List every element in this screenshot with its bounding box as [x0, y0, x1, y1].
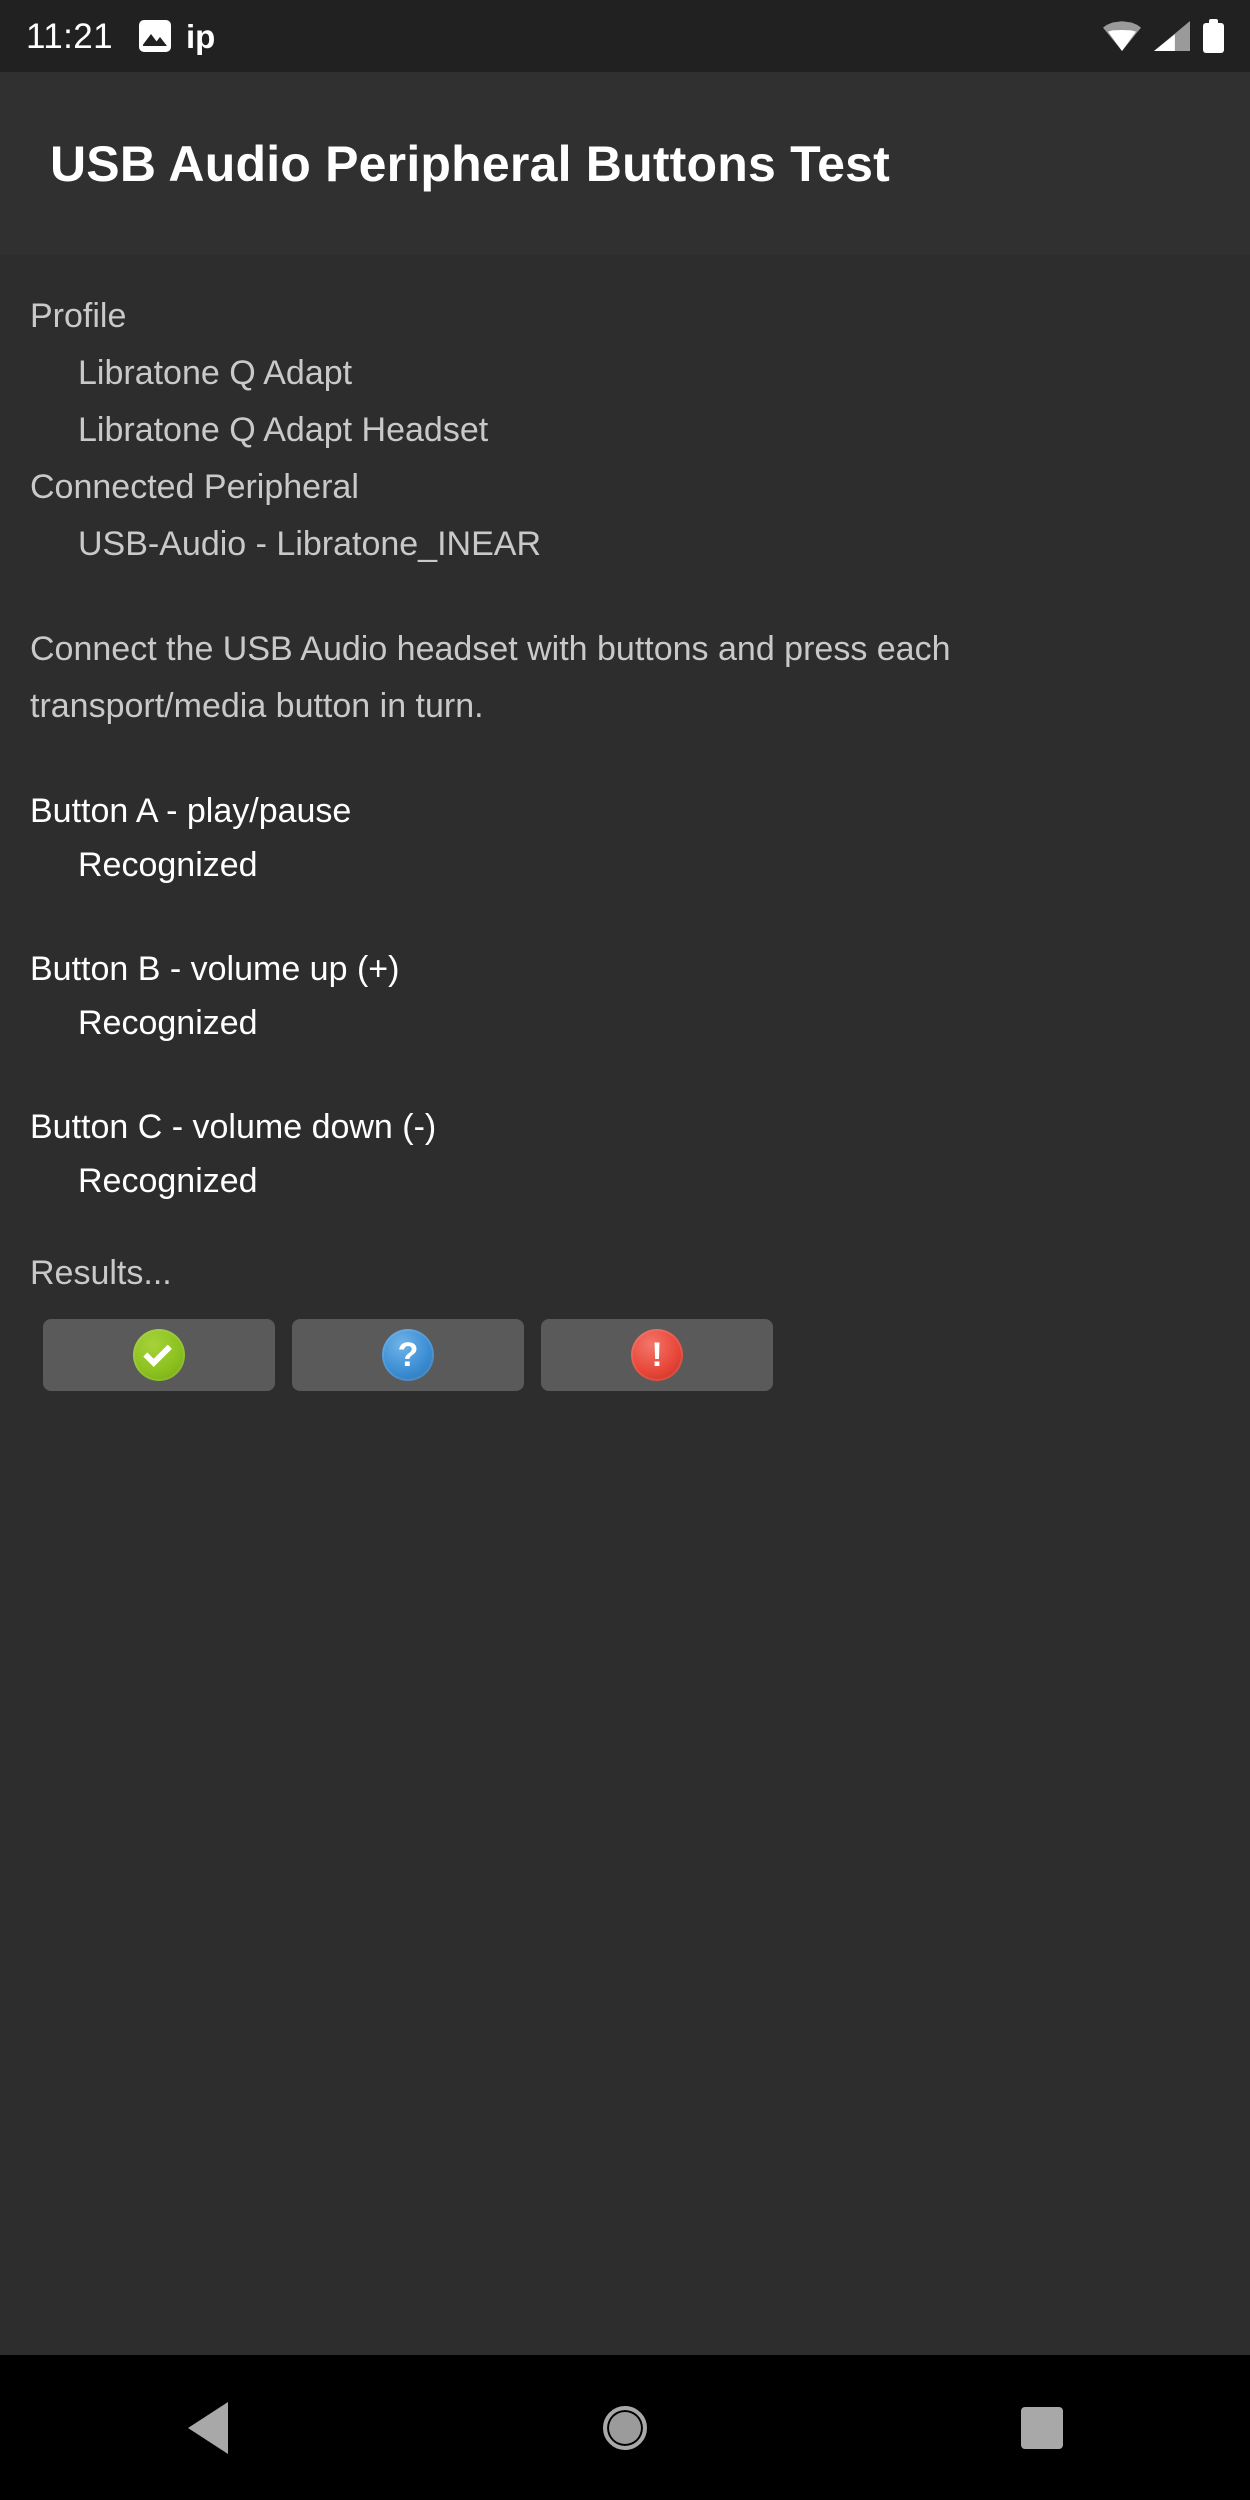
nav-recents-button[interactable]	[942, 2355, 1142, 2500]
button-test-b: Button B - volume up (+) Recognized	[30, 943, 1220, 1051]
back-icon	[188, 2401, 229, 2454]
recents-icon	[1020, 2406, 1063, 2449]
cellular-signal-icon	[1154, 21, 1190, 51]
question-glyph: ?	[397, 1336, 419, 1374]
profile-value-2: Libratone Q Adapt Headset	[78, 411, 489, 449]
system-navigation-bar	[0, 2355, 1250, 2500]
profile-value-1: Libratone Q Adapt	[78, 354, 353, 392]
results-button-row: ? !	[30, 1319, 1220, 1391]
nav-back-button[interactable]	[108, 2355, 308, 2500]
fail-exclaim-icon: !	[631, 1329, 683, 1381]
connected-peripheral-value: USB-Audio - Libratone_INEAR	[78, 525, 542, 563]
instructions-text: Connect the USB Audio headset with butto…	[30, 630, 951, 725]
wifi-icon	[1103, 21, 1141, 51]
button-test-a: Button A - play/pause Recognized	[30, 785, 1220, 893]
button-test-c: Button C - volume down (-) Recognized	[30, 1101, 1220, 1209]
phone-screen: 11:21 ip USB Audio Peripheral Buttons Te…	[0, 0, 1250, 2500]
home-icon	[602, 2405, 647, 2450]
profile-section: Profile Libratone Q Adapt Libratone Q Ad…	[30, 288, 1220, 573]
exclaim-glyph: !	[651, 1336, 663, 1374]
results-label: Results...	[30, 1254, 172, 1292]
page-title: USB Audio Peripheral Buttons Test	[50, 135, 890, 192]
info-button[interactable]: ?	[292, 1319, 524, 1391]
pass-button[interactable]	[43, 1319, 275, 1391]
pass-check-icon	[133, 1329, 185, 1381]
fail-button[interactable]: !	[541, 1319, 773, 1391]
battery-icon	[1203, 19, 1224, 53]
button-test-b-name: Button B - volume up (+)	[30, 950, 400, 988]
gallery-icon	[139, 20, 171, 52]
status-bar-clock: 11:21	[26, 16, 113, 56]
status-bar-ip-label: ip	[186, 17, 216, 55]
nav-home-button[interactable]	[525, 2355, 725, 2500]
status-bar: 11:21 ip	[0, 0, 1250, 72]
button-test-a-status: Recognized	[78, 846, 258, 884]
profile-label: Profile	[30, 297, 127, 335]
status-bar-system-icons	[1103, 19, 1224, 53]
connected-peripheral-label: Connected Peripheral	[30, 468, 359, 506]
button-test-c-name: Button C - volume down (-)	[30, 1108, 437, 1146]
main-content: Profile Libratone Q Adapt Libratone Q Ad…	[0, 255, 1250, 1391]
button-test-b-status: Recognized	[78, 1004, 258, 1042]
button-test-a-name: Button A - play/pause	[30, 792, 352, 830]
app-title-bar: USB Audio Peripheral Buttons Test	[0, 72, 1250, 255]
status-bar-notifications: ip	[139, 20, 215, 53]
button-test-c-status: Recognized	[78, 1162, 258, 1200]
info-question-icon: ?	[382, 1329, 434, 1381]
